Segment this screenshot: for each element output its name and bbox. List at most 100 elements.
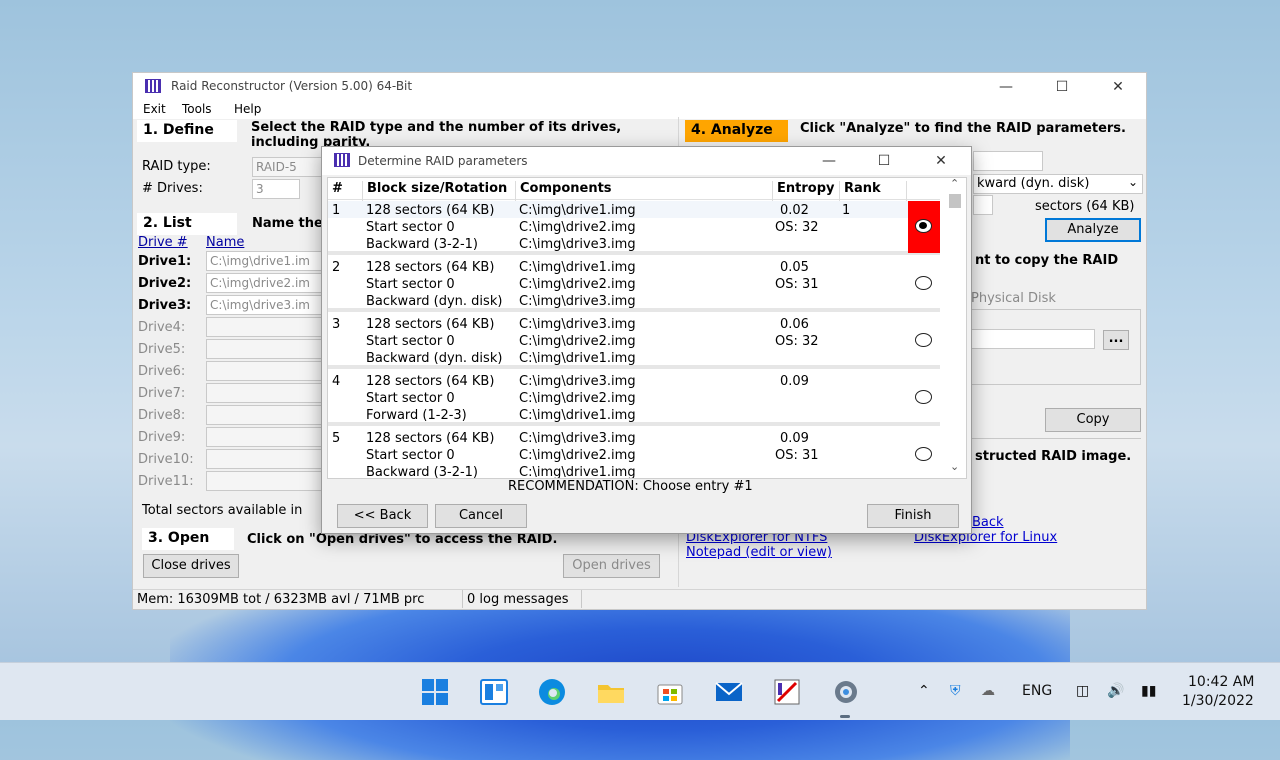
total-sectors-label: Total sectors available in bbox=[142, 503, 303, 518]
drives-count-label: # Drives: bbox=[142, 181, 203, 196]
col-number[interactable]: # bbox=[332, 181, 343, 196]
notepad-link[interactable]: Notepad (edit or view) bbox=[686, 545, 832, 560]
raid-app-icon[interactable] bbox=[772, 677, 802, 707]
chevron-down-icon: ⌄ bbox=[1127, 175, 1138, 189]
drive-path-input[interactable] bbox=[206, 361, 324, 381]
minimize-icon[interactable]: — bbox=[993, 77, 1019, 97]
cancel-button[interactable]: Cancel bbox=[435, 504, 527, 528]
settings-icon[interactable] bbox=[831, 677, 861, 707]
chevron-up-icon[interactable]: ⌃ bbox=[918, 683, 930, 699]
menu-exit[interactable]: Exit bbox=[143, 102, 166, 116]
col-entropy[interactable]: Entropy bbox=[777, 181, 834, 196]
edge-icon[interactable] bbox=[537, 677, 567, 707]
col-separator bbox=[906, 181, 907, 203]
drive-path-input[interactable] bbox=[206, 449, 324, 469]
entry-radio[interactable] bbox=[915, 333, 932, 347]
entry-radio[interactable] bbox=[915, 276, 932, 290]
dialog-titlebar[interactable]: Determine RAID parameters — ☐ ✕ bbox=[322, 147, 971, 175]
close-drives-button[interactable]: Close drives bbox=[143, 554, 239, 578]
chevron-up-icon[interactable]: ⌃ bbox=[950, 178, 959, 190]
analyze-offset-input[interactable] bbox=[973, 151, 1043, 171]
constructed-instruction: structed RAID image. bbox=[975, 449, 1132, 464]
drive-path-input[interactable] bbox=[206, 471, 324, 491]
finish-button[interactable]: Finish bbox=[867, 504, 959, 528]
start-icon[interactable] bbox=[420, 677, 450, 707]
raid-type-select[interactable]: RAID-5 bbox=[252, 157, 322, 177]
entry-number: 1 bbox=[332, 203, 341, 218]
list-item[interactable]: 2 128 sectors (64 KB) Start sector 0 Bac… bbox=[328, 258, 940, 312]
minimize-icon[interactable]: — bbox=[816, 151, 842, 171]
col-separator bbox=[515, 181, 516, 203]
drive-path-input[interactable]: C:\img\drive3.im bbox=[206, 295, 324, 315]
drives-count-input[interactable]: 3 bbox=[252, 179, 300, 199]
status-divider bbox=[462, 590, 463, 608]
drive-label: Drive7: bbox=[138, 386, 186, 401]
col-components[interactable]: Components bbox=[520, 181, 612, 196]
menu-help[interactable]: Help bbox=[234, 102, 261, 116]
list-item[interactable]: 3 128 sectors (64 KB) Start sector 0 Bac… bbox=[328, 315, 940, 369]
browse-button[interactable]: ... bbox=[1103, 330, 1129, 350]
drive-path-input[interactable] bbox=[206, 339, 324, 359]
copy-button[interactable]: Copy bbox=[1045, 408, 1141, 432]
col-rank[interactable]: Rank bbox=[844, 181, 881, 196]
cloud-icon[interactable]: ☁ bbox=[981, 683, 995, 699]
list-item[interactable]: 1 128 sectors (64 KB) Start sector 0 Bac… bbox=[328, 201, 940, 255]
shield-icon[interactable]: ⛨ bbox=[950, 683, 961, 699]
widgets-icon[interactable] bbox=[479, 677, 509, 707]
selection-cell bbox=[908, 258, 940, 310]
entry-block-size: 128 sectors (64 KB) bbox=[366, 260, 495, 275]
battery-icon[interactable]: ▮▮ bbox=[1141, 683, 1156, 699]
drive-path-input[interactable] bbox=[206, 383, 324, 403]
entry-os-count: OS: 32 bbox=[775, 334, 819, 349]
entry-radio-selected[interactable] bbox=[915, 219, 932, 233]
open-drives-button[interactable]: Open drives bbox=[563, 554, 660, 578]
entry-radio[interactable] bbox=[915, 390, 932, 404]
drive-path-input[interactable]: C:\img\drive2.im bbox=[206, 273, 324, 293]
back-link[interactable]: Back bbox=[972, 515, 1004, 530]
clock-date[interactable]: 1/30/2022 bbox=[1182, 693, 1254, 709]
entry-radio[interactable] bbox=[915, 447, 932, 461]
back-button[interactable]: << Back bbox=[337, 504, 428, 528]
close-icon[interactable]: ✕ bbox=[1105, 77, 1131, 97]
entry-component: C:\img\drive2.img bbox=[519, 220, 636, 235]
entry-component: C:\img\drive3.img bbox=[519, 294, 636, 309]
entry-block-size: 128 sectors (64 KB) bbox=[366, 431, 495, 446]
candidates-list[interactable]: # Block size/Rotation Components Entropy… bbox=[327, 177, 967, 479]
raid-app-icon bbox=[145, 79, 161, 93]
list-scrollbar[interactable]: ⌃ ⌄ bbox=[944, 178, 966, 478]
target-path-input[interactable] bbox=[969, 329, 1095, 349]
close-icon[interactable]: ✕ bbox=[928, 151, 954, 171]
block-size-input[interactable] bbox=[973, 195, 993, 215]
col-block-rotation[interactable]: Block size/Rotation bbox=[367, 181, 507, 196]
memory-status: Mem: 16309MB tot / 6323MB avl / 71MB prc bbox=[137, 592, 425, 607]
drive-label: Drive3: bbox=[138, 298, 192, 313]
drive-path-input[interactable] bbox=[206, 405, 324, 425]
network-icon[interactable]: ◫ bbox=[1076, 683, 1089, 699]
chevron-down-icon[interactable]: ⌄ bbox=[950, 460, 959, 473]
list-item[interactable]: 4 128 sectors (64 KB) Start sector 0 For… bbox=[328, 372, 940, 426]
drive-label: Drive6: bbox=[138, 364, 186, 379]
drive-path-input[interactable] bbox=[206, 427, 324, 447]
drive-path-input[interactable]: C:\img\drive1.im bbox=[206, 251, 324, 271]
rotation-value: kward (dyn. disk) bbox=[977, 176, 1090, 191]
entry-rotation: Forward (1-2-3) bbox=[366, 408, 467, 423]
drive-path-input[interactable] bbox=[206, 317, 324, 337]
drive-label: Drive9: bbox=[138, 430, 186, 445]
store-icon[interactable] bbox=[655, 677, 685, 707]
scrollbar-thumb[interactable] bbox=[949, 194, 961, 208]
mail-icon[interactable] bbox=[714, 677, 744, 707]
main-titlebar[interactable]: Raid Reconstructor (Version 5.00) 64-Bit… bbox=[133, 73, 1146, 101]
analyze-button[interactable]: Analyze bbox=[1045, 218, 1141, 242]
entry-rotation: Backward (3-2-1) bbox=[366, 465, 478, 479]
clock-time[interactable]: 10:42 AM bbox=[1188, 674, 1254, 690]
entry-entropy: 0.09 bbox=[780, 374, 809, 389]
volume-icon[interactable]: 🔊 bbox=[1107, 683, 1124, 699]
file-explorer-icon[interactable] bbox=[596, 677, 626, 707]
language-indicator[interactable]: ENG bbox=[1022, 683, 1052, 699]
entry-start-sector: Start sector 0 bbox=[366, 277, 455, 292]
rotation-select[interactable]: kward (dyn. disk) ⌄ bbox=[973, 174, 1143, 194]
maximize-icon[interactable]: ☐ bbox=[1049, 77, 1075, 97]
menu-tools[interactable]: Tools bbox=[182, 102, 212, 116]
list-item[interactable]: 5 128 sectors (64 KB) Start sector 0 Bac… bbox=[328, 429, 940, 479]
maximize-icon[interactable]: ☐ bbox=[871, 151, 897, 171]
